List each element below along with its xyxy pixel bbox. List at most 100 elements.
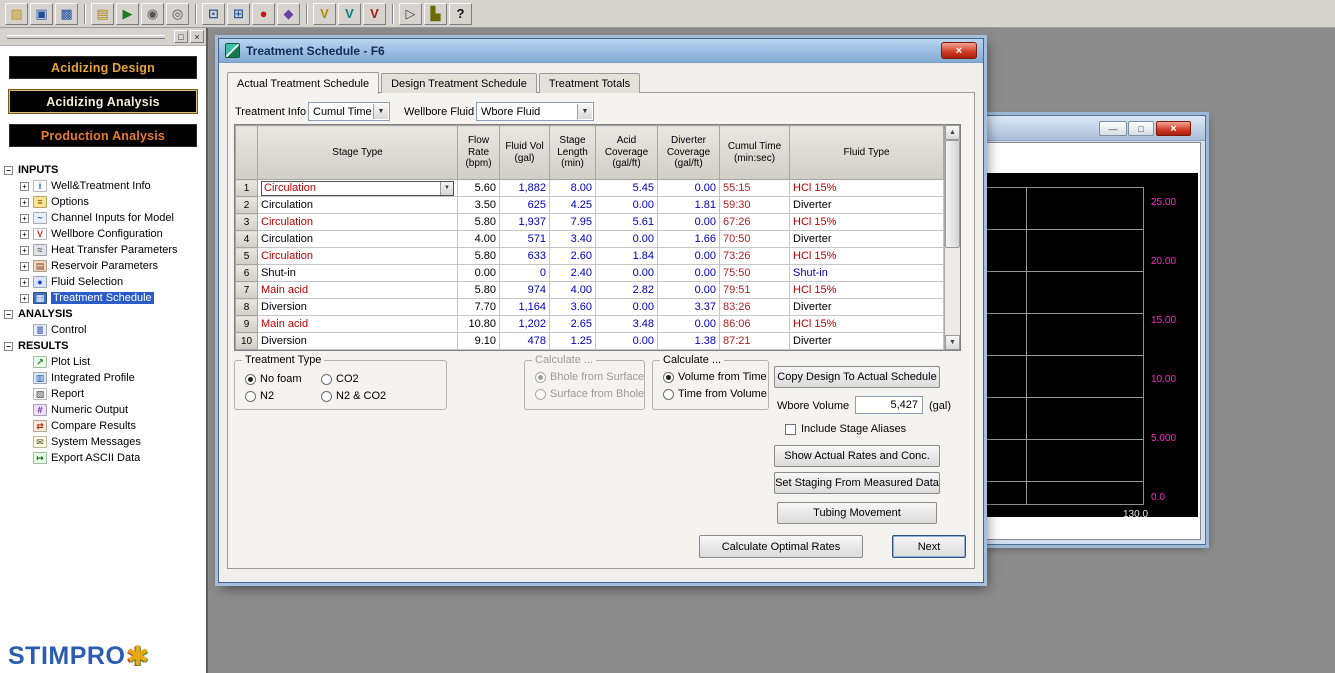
stage-type-cell[interactable]: Circulation (258, 248, 458, 265)
row-number[interactable]: 9 (236, 316, 258, 333)
div-cell[interactable]: 1.38 (658, 333, 720, 350)
tab-treatment-totals[interactable]: Treatment Totals (539, 73, 640, 93)
treatment-info-select[interactable]: Cumul Time ▼ (308, 102, 390, 121)
len-cell[interactable]: 3.40 (550, 231, 596, 248)
flow-cell[interactable]: 3.50 (458, 197, 500, 214)
window-layout-button[interactable]: ⊡ (202, 3, 225, 25)
minimize-button[interactable]: — (1099, 121, 1127, 136)
nav-button-acidizing-design[interactable]: Acidizing Design (9, 56, 197, 79)
flow-cell[interactable]: 0.00 (458, 265, 500, 282)
dropdown-icon[interactable]: ▼ (373, 104, 388, 119)
plot-v-teal-button[interactable]: V (338, 3, 361, 25)
wbore-volume-input[interactable] (855, 396, 923, 414)
collapse-icon[interactable]: − (4, 310, 13, 319)
acid-cell[interactable]: 0.00 (596, 265, 658, 282)
row-number[interactable]: 5 (236, 248, 258, 265)
len-cell[interactable]: 4.25 (550, 197, 596, 214)
column-header-cumul-time[interactable]: Cumul Time (min:sec) (720, 126, 790, 180)
div-cell[interactable]: 0.00 (658, 282, 720, 299)
flow-cell[interactable]: 5.80 (458, 282, 500, 299)
tab-actual-treatment-schedule[interactable]: Actual Treatment Schedule (227, 72, 379, 94)
stage-type-cell[interactable]: Main acid (258, 316, 458, 333)
help-button[interactable]: ? (449, 3, 472, 25)
acid-cell[interactable]: 0.00 (596, 333, 658, 350)
panel-grip[interactable] (7, 35, 165, 39)
column-header-diverter[interactable]: Diverter Coverage (gal/ft) (658, 126, 720, 180)
acid-cell[interactable]: 0.00 (596, 299, 658, 316)
stage-type-cell[interactable]: Main acid (258, 282, 458, 299)
panel-float-button[interactable]: □ (174, 30, 188, 43)
len-cell[interactable]: 3.60 (550, 299, 596, 316)
row-number[interactable]: 4 (236, 231, 258, 248)
radio-co2[interactable]: CO2 (321, 373, 359, 385)
cumul-cell[interactable]: 70:50 (720, 231, 790, 248)
fluid-cell[interactable]: Diverter (790, 197, 944, 214)
dialog-titlebar[interactable]: Treatment Schedule - F6 × (219, 39, 983, 63)
cumul-cell[interactable]: 67:26 (720, 214, 790, 231)
column-header-flow[interactable]: Flow Rate (bpm) (458, 126, 500, 180)
flow-cell[interactable]: 5.80 (458, 214, 500, 231)
vol-cell[interactable]: 0 (500, 265, 550, 282)
acid-cell[interactable]: 0.00 (596, 231, 658, 248)
vol-cell[interactable]: 478 (500, 333, 550, 350)
acid-cell[interactable]: 2.82 (596, 282, 658, 299)
fluid-cell[interactable]: HCl 15% (790, 180, 944, 197)
tubing-movement-button[interactable]: Tubing Movement (777, 502, 937, 524)
scroll-down-button[interactable]: ▼ (945, 335, 960, 350)
vol-cell[interactable]: 1,937 (500, 214, 550, 231)
fluid-cell[interactable]: HCl 15% (790, 214, 944, 231)
tree-section-inputs[interactable]: −INPUTS (4, 162, 204, 178)
stage-type-cell[interactable]: Diversion (258, 299, 458, 316)
expand-icon[interactable]: + (20, 230, 29, 239)
row-number[interactable]: 6 (236, 265, 258, 282)
cumul-cell[interactable]: 79:51 (720, 282, 790, 299)
tree-item-reservoir-parameters[interactable]: +▤Reservoir Parameters (4, 258, 204, 274)
vol-cell[interactable]: 571 (500, 231, 550, 248)
vol-cell[interactable]: 633 (500, 248, 550, 265)
flow-cell[interactable]: 5.80 (458, 248, 500, 265)
expand-icon[interactable]: + (20, 214, 29, 223)
close-button[interactable]: × (1156, 121, 1191, 136)
row-number[interactable]: 10 (236, 333, 258, 350)
vol-cell[interactable]: 625 (500, 197, 550, 214)
dropdown-icon[interactable]: ▼ (440, 182, 453, 195)
show-actual-rates-button[interactable]: Show Actual Rates and Conc. (774, 445, 940, 467)
tree-item-options[interactable]: +≡Options (4, 194, 204, 210)
len-cell[interactable]: 2.40 (550, 265, 596, 282)
radio-volume-from-time[interactable]: Volume from Time (663, 371, 767, 383)
vol-cell[interactable]: 974 (500, 282, 550, 299)
stage-type-cell[interactable]: Circulation (258, 231, 458, 248)
flow-cell[interactable]: 7.70 (458, 299, 500, 316)
fluid-cell[interactable]: Diverter (790, 333, 944, 350)
fluid-cell[interactable]: Shut-in (790, 265, 944, 282)
flow-cell[interactable]: 10.80 (458, 316, 500, 333)
nav-button-production-analysis[interactable]: Production Analysis (9, 124, 197, 147)
len-cell[interactable]: 2.60 (550, 248, 596, 265)
fluid-cell[interactable]: HCl 15% (790, 282, 944, 299)
refresh-button[interactable]: ◎ (166, 3, 189, 25)
cumul-cell[interactable]: 87:21 (720, 333, 790, 350)
nav-button-acidizing-analysis[interactable]: Acidizing Analysis (9, 90, 197, 113)
acid-cell[interactable]: 5.61 (596, 214, 658, 231)
annotate-button[interactable]: ◆ (277, 3, 300, 25)
column-header-fluid-type[interactable]: Fluid Type (790, 126, 944, 180)
stage-type-cell[interactable]: Circulation▼ (258, 180, 458, 197)
tree-section-analysis[interactable]: −ANALYSIS (4, 306, 204, 322)
save-all-button[interactable]: ▩ (55, 3, 78, 25)
plot-v-yellow-button[interactable]: V (313, 3, 336, 25)
len-cell[interactable]: 2.65 (550, 316, 596, 333)
maximize-button[interactable]: □ (1128, 121, 1154, 136)
calculate-optimal-rates-button[interactable]: Calculate Optimal Rates (699, 535, 863, 558)
acid-cell[interactable]: 0.00 (596, 197, 658, 214)
vol-cell[interactable]: 1,202 (500, 316, 550, 333)
row-number[interactable]: 8 (236, 299, 258, 316)
radio-n2[interactable]: N2 (245, 390, 274, 402)
radio-no-foam[interactable]: No foam (245, 373, 302, 385)
cumul-cell[interactable]: 83:26 (720, 299, 790, 316)
tree-item-numeric-output[interactable]: #Numeric Output (4, 402, 204, 418)
vol-cell[interactable]: 1,882 (500, 180, 550, 197)
open-file-button[interactable]: ▨ (5, 3, 28, 25)
expand-icon[interactable]: + (20, 246, 29, 255)
close-button[interactable]: × (941, 42, 977, 59)
radio-n2-co2[interactable]: N2 & CO2 (321, 390, 386, 402)
